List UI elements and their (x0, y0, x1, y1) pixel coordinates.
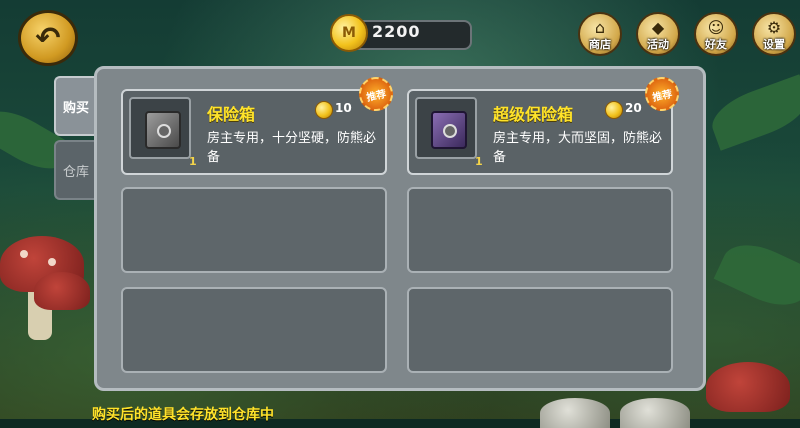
bottom-decoration (540, 398, 610, 428)
item-icon-frame (415, 97, 477, 159)
storage-hint-text: 购买后的道具会存放到仓库中 (92, 407, 274, 423)
shop-panel: 1 保险箱 10 房主专用，十分坚硬，防熊必备 推荐 1 超级保险箱 20 房主… (94, 66, 706, 391)
item-name: 超级保险箱 (493, 105, 574, 124)
recommend-badge: 推荐 (641, 73, 683, 115)
friends-button[interactable]: ☺ 好友 (694, 12, 738, 56)
empty-slot (121, 287, 387, 373)
shop-item-safe[interactable]: 1 保险箱 10 房主专用，十分坚硬，防熊必备 推荐 (121, 73, 397, 175)
settings-icon: ⚙ (766, 18, 782, 37)
item-description: 房主专用，大而坚固，防熊必备 (493, 131, 663, 165)
super-safe-icon (431, 111, 467, 149)
coin-icon: M (330, 14, 368, 52)
empty-slot (121, 187, 387, 273)
item-name: 保险箱 (207, 105, 256, 124)
item-icon-frame (129, 97, 191, 159)
mushroom-cap (706, 362, 790, 412)
friends-icon: ☺ (707, 18, 725, 37)
item-price: 20 (625, 101, 642, 115)
safe-icon (145, 111, 181, 149)
item-description: 房主专用，十分坚硬，防熊必备 (207, 131, 377, 165)
shop-icon: ⌂ (594, 18, 606, 37)
item-price: 10 (335, 101, 352, 115)
recommend-badge: 推荐 (355, 73, 397, 115)
shop-button[interactable]: ⌂ 商店 (578, 12, 622, 56)
coin-amount: 2200 (372, 22, 421, 41)
event-button[interactable]: ◆ 活动 (636, 12, 680, 56)
tab-storage[interactable]: 仓库 (54, 140, 96, 200)
item-quantity: 1 (475, 155, 483, 168)
item-quantity: 1 (189, 155, 197, 168)
bottom-decoration (620, 398, 690, 428)
coin-icon (605, 101, 623, 119)
event-icon: ◆ (651, 18, 665, 37)
settings-button[interactable]: ⚙ 设置 (752, 12, 796, 56)
shop-item-super-safe[interactable]: 1 超级保险箱 20 房主专用，大而坚固，防熊必备 推荐 (407, 73, 683, 175)
tab-buy[interactable]: 购买 (54, 76, 96, 136)
back-button[interactable]: ↶ (18, 10, 78, 66)
coin-icon (315, 101, 333, 119)
mushroom-cap (34, 272, 90, 310)
empty-slot (407, 187, 673, 273)
empty-slot (407, 287, 673, 373)
back-arrow-icon: ↶ (35, 20, 61, 56)
